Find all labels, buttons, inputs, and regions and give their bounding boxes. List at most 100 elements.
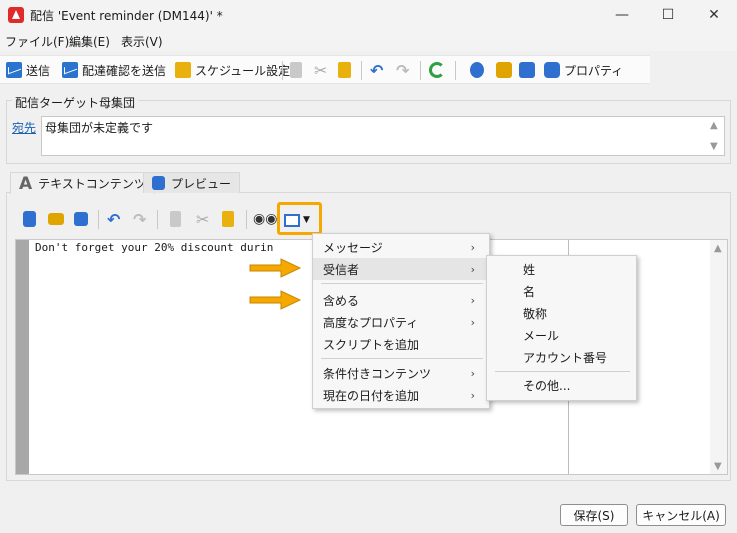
menu-item-conditional[interactable]: 条件付きコンテンツ ›	[323, 362, 489, 384]
new-file-button[interactable]	[23, 206, 36, 232]
menu-edit[interactable]: 編集(E)	[69, 33, 110, 50]
chevron-right-icon: ›	[470, 240, 475, 254]
editor-copy-button[interactable]	[170, 206, 181, 232]
toolbar-divider	[157, 210, 158, 229]
menu-file[interactable]: ファイル(F)	[5, 33, 69, 50]
editor-gutter	[16, 240, 29, 474]
submenu-item-other[interactable]: その他...	[523, 374, 633, 396]
chevron-right-icon: ›	[470, 366, 475, 380]
paste-button[interactable]	[338, 56, 351, 84]
menu-divider	[321, 358, 483, 359]
envelope-check-icon	[62, 62, 78, 78]
menu-item-advanced-label: 高度なプロパティ	[323, 315, 419, 330]
copy-button[interactable]	[290, 56, 302, 84]
pointer-arrow-icon	[249, 258, 302, 278]
clipboard-icon	[338, 62, 351, 78]
save-file-button[interactable]	[74, 206, 88, 232]
editor-undo-button[interactable]: ↶	[107, 206, 120, 232]
target-group-label: 配信ターゲット母集団	[12, 94, 139, 111]
redo-icon: ↷	[396, 60, 410, 80]
open-folder-button[interactable]	[48, 206, 64, 232]
chevron-right-icon: ›	[470, 315, 475, 329]
binoculars-icon: ◉◉	[253, 211, 278, 227]
menu-item-advanced[interactable]: 高度なプロパティ ›	[323, 311, 489, 333]
scissors-icon: ✂	[314, 60, 328, 80]
save-button[interactable]: 保存(S)	[560, 504, 628, 526]
editor-content: Don't forget your 20% discount durin	[35, 241, 274, 254]
recipient-submenu: 姓 名 敬称 メール アカウント番号 その他...	[486, 255, 637, 401]
undo-icon: ↶	[370, 60, 384, 80]
gift-icon	[496, 62, 512, 78]
scissors-icon: ✂	[196, 209, 210, 229]
menu-item-include[interactable]: 含める ›	[323, 289, 489, 311]
scroll-up-icon[interactable]: ▲	[710, 120, 718, 131]
editor-cut-button[interactable]: ✂	[196, 206, 209, 232]
window-title: 配信 'Event reminder (DM144)' *	[30, 9, 223, 23]
text-a-icon: A	[19, 173, 33, 194]
to-value: 母集団が未定義です	[45, 121, 154, 135]
copy-icon	[170, 211, 181, 227]
tab-text-content-label: テキストコンテンツ	[38, 177, 146, 191]
submenu-item-email[interactable]: メール	[523, 324, 633, 346]
gift-button[interactable]	[496, 56, 512, 84]
find-button[interactable]: ◉◉	[253, 206, 277, 232]
menu-item-message-label: メッセージ	[323, 240, 383, 255]
schedule-button[interactable]: スケジュール設定	[175, 56, 290, 84]
maximize-button[interactable]: ☐	[645, 0, 691, 30]
properties-button[interactable]: プロパティ	[544, 56, 623, 84]
menu-item-add-script-label: スクリプトを追加	[323, 337, 420, 352]
scroll-down-icon[interactable]: ▼	[714, 461, 722, 472]
schedule-label: スケジュール設定	[195, 63, 291, 78]
chevron-right-icon: ›	[470, 262, 475, 276]
refresh-button[interactable]	[429, 56, 445, 84]
tab-preview-label: プレビュー	[171, 176, 232, 191]
undo-button[interactable]: ↶	[370, 56, 383, 84]
copy-icon	[290, 62, 302, 78]
menu-item-recipient-label: 受信者	[323, 262, 360, 277]
to-link[interactable]: 宛先	[12, 119, 36, 136]
editor-paste-button[interactable]	[222, 206, 234, 232]
send-proof-button[interactable]: 配達確認を送信	[62, 56, 166, 84]
menu-item-add-script[interactable]: スクリプトを追加	[323, 333, 489, 355]
editor-redo-button[interactable]: ↷	[133, 206, 146, 232]
send-button[interactable]: 送信	[6, 56, 50, 84]
personalization-menu: メッセージ › 受信者 › 含める › 高度なプロパティ › スクリプトを追加 条件付き…	[312, 233, 490, 409]
pointer-arrow-icon	[249, 290, 302, 310]
redo-icon: ↷	[133, 209, 147, 229]
minimize-button[interactable]: —	[599, 0, 645, 30]
floppy-icon	[74, 212, 88, 226]
submenu-item-last-name[interactable]: 姓	[523, 258, 633, 280]
cut-button[interactable]: ✂	[314, 56, 327, 84]
menu-item-include-label: 含める	[323, 293, 360, 308]
personalization-dropdown-button[interactable]: ▼	[284, 207, 310, 233]
refresh-icon	[429, 62, 445, 78]
redo-button[interactable]: ↷	[396, 56, 409, 84]
editor-scrollbar[interactable]	[710, 240, 727, 474]
toolbar-divider	[246, 210, 247, 229]
menu-item-message[interactable]: メッセージ ›	[323, 236, 489, 258]
chevron-down-icon: ▼	[303, 215, 310, 225]
link-button[interactable]	[470, 56, 484, 84]
submenu-item-account-number[interactable]: アカウント番号	[523, 346, 633, 368]
image-offer-button[interactable]	[519, 56, 535, 84]
new-file-icon	[23, 211, 36, 227]
undo-icon: ↶	[107, 209, 121, 229]
cancel-button[interactable]: キャンセル(A)	[636, 504, 726, 526]
envelope-icon	[6, 62, 22, 78]
scroll-down-icon[interactable]: ▼	[710, 141, 718, 152]
tab-preview[interactable]: プレビュー	[143, 172, 241, 193]
submenu-item-first-name[interactable]: 名	[523, 280, 633, 302]
menu-item-add-date[interactable]: 現在の日付を追加 ›	[323, 384, 489, 406]
menu-item-recipient[interactable]: 受信者 ›	[313, 258, 489, 280]
tab-text-content[interactable]: A テキストコンテンツ	[10, 172, 155, 194]
menu-view[interactable]: 表示(V)	[121, 33, 163, 50]
scroll-up-icon[interactable]: ▲	[714, 243, 722, 254]
send-label: 送信	[26, 63, 51, 78]
submenu-item-salutation[interactable]: 敬称	[523, 302, 633, 324]
menu-item-conditional-label: 条件付きコンテンツ	[323, 366, 432, 381]
menu-item-add-date-label: 現在の日付を追加	[323, 388, 420, 403]
insert-field-icon	[284, 213, 300, 227]
close-button[interactable]: ✕	[691, 0, 737, 30]
folder-icon	[48, 213, 64, 225]
clipboard-icon	[222, 211, 234, 227]
